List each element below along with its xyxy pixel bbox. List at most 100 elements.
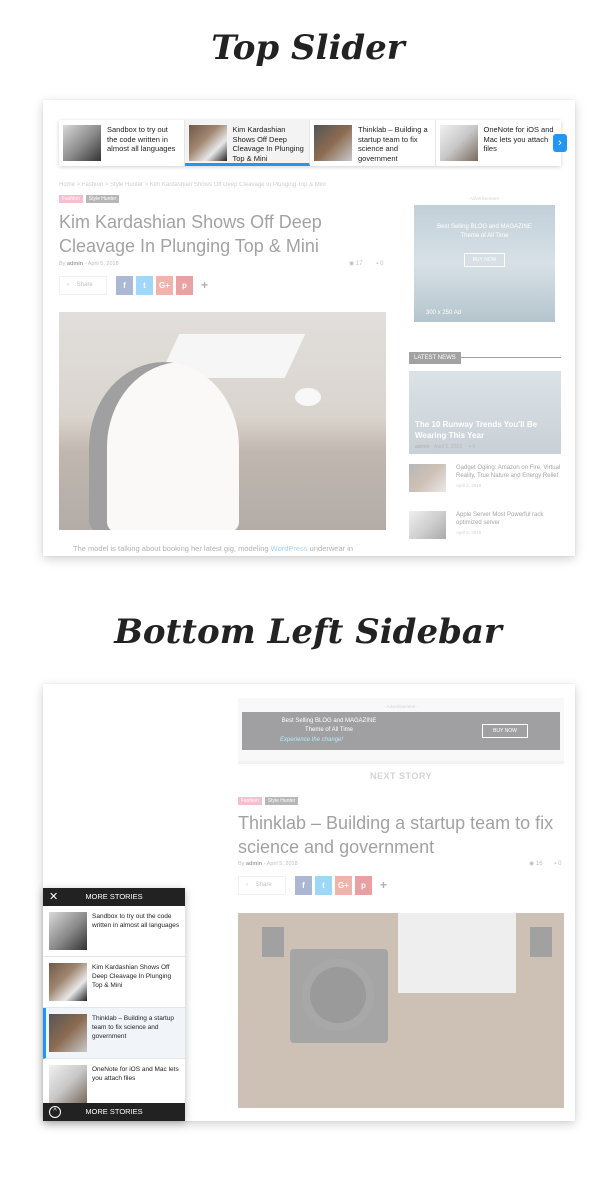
category-tags: Fashion Style Hunter — [59, 195, 120, 203]
pinterest-icon[interactable]: p — [176, 276, 193, 295]
story-thumb — [49, 1014, 87, 1052]
story-thumb — [49, 963, 87, 1001]
body-text-start: The model is talking about booking her l… — [73, 544, 271, 553]
category-tag-style-hunter[interactable]: Style Hunter — [264, 797, 299, 805]
next-story-label[interactable]: NEXT STORY — [238, 771, 564, 781]
record-shape — [302, 959, 374, 1031]
slider-item-title: Sandbox to try out the code written in a… — [107, 125, 176, 153]
latest-news-item[interactable]: Gadget Ogling: Amazon on Fire, Virtual R… — [409, 464, 564, 492]
post-stats: ◉ 17 ▪ 0 — [349, 260, 383, 267]
google-plus-icon[interactable]: G+ — [335, 876, 352, 895]
sidebar-ad-banner[interactable]: Best Selling BLOG and MAGAZINE Theme of … — [414, 205, 555, 322]
comment-icon[interactable]: ▪ — [554, 861, 556, 867]
slider-item-title: Kim Kardashian Shows Off Deep Cleavage I… — [232, 125, 304, 163]
comment-count[interactable]: 0 — [380, 261, 383, 267]
story-title[interactable]: Sandbox to try out the code written in a… — [92, 912, 181, 956]
news-title[interactable]: Apple Server Most Powerful rack optimize… — [456, 511, 564, 527]
share-button[interactable]: ‹ Share — [238, 876, 286, 895]
post-body: The model is talking about booking her l… — [73, 544, 353, 553]
author-link[interactable]: admin — [67, 261, 83, 267]
share-button[interactable]: ‹ Share — [59, 276, 107, 295]
post-title: Kim Kardashian Shows Off Deep Cleavage I… — [59, 212, 322, 256]
slider-item-title: Thinklab – Building a startup team to fi… — [358, 125, 428, 163]
news-title[interactable]: Gadget Ogling: Amazon on Fire, Virtual R… — [456, 464, 564, 480]
speaker-shape — [530, 927, 552, 957]
comment-icon: ▪ — [469, 444, 472, 450]
more-stories-heading: MORE STORIES — [85, 892, 143, 901]
latest-featured-meta: admin - April 5, 2018 ▪ 0 — [415, 444, 475, 450]
post-date: April 5, 2018 — [266, 861, 298, 867]
news-thumb — [409, 511, 446, 539]
latest-news-item[interactable]: Apple Server Most Powerful rack optimize… — [409, 511, 564, 539]
eye-icon: ◉ — [529, 861, 535, 867]
chevron-up-icon[interactable]: ^ — [49, 1106, 61, 1118]
chair-shape — [89, 362, 239, 530]
latest-news-label: LATEST NEWS — [409, 352, 461, 364]
more-stories-panel: ✕ MORE STORIES Sandbox to try out the co… — [43, 888, 185, 1121]
category-tag-style-hunter[interactable]: Style Hunter — [85, 195, 120, 203]
story-title[interactable]: Thinklab – Building a startup team to fi… — [92, 1014, 181, 1058]
close-icon[interactable]: ✕ — [49, 888, 58, 906]
ad-buy-now-button[interactable]: BUY NOW — [463, 253, 506, 267]
ad-text: Best Selling BLOG and MAGAZINE Theme of A… — [274, 717, 384, 735]
author-link[interactable]: admin — [246, 861, 262, 867]
twitter-icon[interactable]: t — [136, 276, 153, 295]
comment-icon[interactable]: ▪ — [376, 261, 378, 267]
eye-icon: ◉ — [349, 261, 355, 267]
chair-laptop-photo-thumb — [188, 125, 227, 161]
ad-tagline: Experience the change! — [280, 737, 344, 743]
body-text-end: underwear in — [307, 544, 354, 553]
laptop-photo-thumb — [63, 125, 101, 161]
ad-size-label: 300 x 250 Ad — [426, 310, 462, 316]
slider-item-title: OneNote for iOS and Mac lets you attach … — [483, 125, 554, 153]
view-count: 16 — [535, 861, 543, 867]
author-prefix: By — [238, 861, 245, 867]
category-tag-fashion[interactable]: Fashion — [238, 797, 262, 805]
slider-item-active[interactable]: Kim Kardashian Shows Off Deep Cleavage I… — [184, 120, 310, 166]
google-plus-icon[interactable]: G+ — [156, 276, 173, 295]
ad-line2: Theme of All Time — [304, 727, 354, 733]
share-label: Share — [255, 882, 272, 888]
latest-news-heading: LATEST NEWS — [409, 346, 561, 364]
latest-featured-author[interactable]: admin — [415, 444, 430, 450]
more-stories-item[interactable]: Kim Kardashian Shows Off Deep Cleavage I… — [43, 957, 185, 1008]
latest-featured-title[interactable]: The 10 Runway Trends You'll Be Wearing T… — [415, 419, 561, 441]
advertisement-block: - Advertisement - Best Selling BLOG and … — [238, 698, 564, 764]
slider-item[interactable]: Sandbox to try out the code written in a… — [59, 120, 185, 166]
slider-item[interactable]: Thinklab – Building a startup team to fi… — [310, 120, 436, 166]
more-stories-footer-label: MORE STORIES — [85, 1107, 143, 1116]
more-stories-item-active[interactable]: Thinklab – Building a startup team to fi… — [43, 1008, 185, 1059]
news-date: April 5, 2018 — [456, 483, 482, 488]
body-link[interactable]: WordPress — [271, 544, 308, 553]
news-thumb — [409, 464, 446, 492]
laptop-shape — [398, 913, 516, 993]
featured-image-chair-laptop — [59, 312, 386, 530]
pinterest-icon[interactable]: p — [355, 876, 372, 895]
section-title-bottom-left-sidebar: Bottom Left Sidebar — [114, 612, 502, 652]
twitter-icon[interactable]: t — [315, 876, 332, 895]
category-tags: Fashion Style Hunter — [238, 797, 299, 805]
latest-featured-comments: 0 — [472, 444, 476, 450]
facebook-icon[interactable]: f — [295, 876, 312, 895]
advertisement-label: - Advertisement - — [383, 704, 418, 709]
plus-icon[interactable]: + — [375, 876, 392, 895]
facebook-icon[interactable]: f — [116, 276, 133, 295]
view-count: 17 — [355, 261, 363, 267]
share-row: ‹ Share f t G+ p + — [59, 276, 213, 295]
chevron-right-icon[interactable]: › — [553, 134, 567, 152]
breadcrumb: Home > Fashion > Style Hunter > Kim Kard… — [59, 182, 326, 188]
top-ad-banner[interactable]: Best Selling BLOG and MAGAZINE Theme of A… — [242, 712, 560, 750]
story-title[interactable]: Kim Kardashian Shows Off Deep Cleavage I… — [92, 963, 181, 1007]
comment-count[interactable]: 0 — [558, 861, 561, 867]
post-meta: By admin - April 5, 2018 — [238, 861, 298, 867]
slider-item[interactable]: OneNote for iOS and Mac lets you attach … — [436, 120, 562, 166]
more-stories-header: ✕ MORE STORIES — [43, 888, 185, 906]
plus-icon[interactable]: + — [196, 276, 213, 295]
category-tag-fashion[interactable]: Fashion — [59, 195, 83, 203]
more-stories-footer[interactable]: ^ MORE STORIES — [43, 1103, 185, 1121]
latest-featured-date: April 5, 2018 — [433, 444, 462, 450]
speaker-shape — [262, 927, 284, 957]
ad-buy-now-button[interactable]: BUY NOW — [482, 724, 528, 738]
latest-featured-card[interactable]: The 10 Runway Trends You'll Be Wearing T… — [409, 371, 561, 454]
more-stories-item[interactable]: Sandbox to try out the code written in a… — [43, 906, 185, 957]
